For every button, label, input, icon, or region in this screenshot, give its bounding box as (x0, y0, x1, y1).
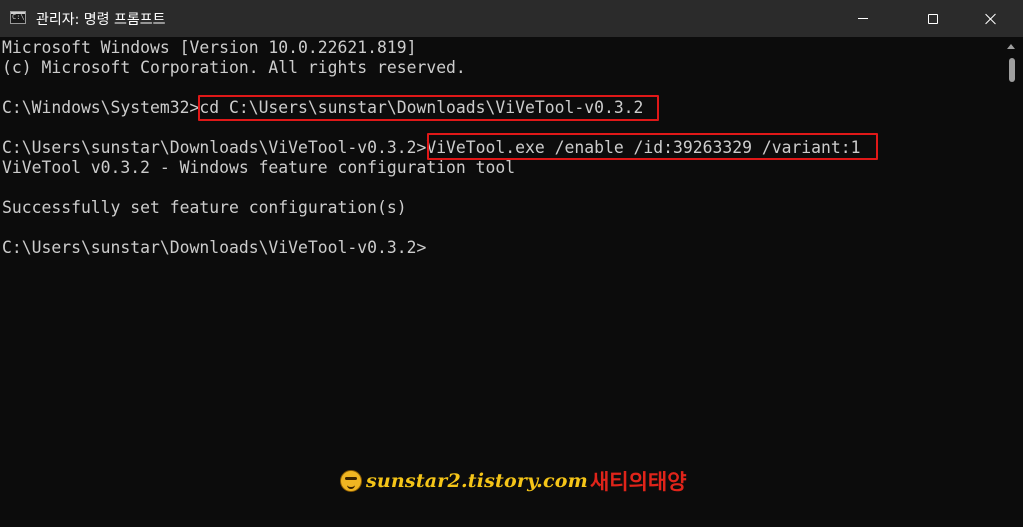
smiley-face-icon (340, 470, 362, 492)
scrollbar-thumb[interactable] (1009, 58, 1015, 82)
highlight-box-vivetool-command (427, 133, 878, 160)
cmd-icon[interactable]: C:\_ (10, 11, 26, 24)
minimize-button[interactable] (840, 0, 886, 37)
maximize-icon (928, 13, 938, 24)
watermark-site: sunstar2.tistory.com (366, 470, 588, 492)
console-line: (c) Microsoft Corporation. All rights re… (2, 58, 466, 77)
console-line: Microsoft Windows [Version 10.0.22621.81… (2, 38, 417, 57)
minimize-icon (858, 18, 868, 19)
console-line: Successfully set feature configuration(s… (2, 198, 407, 217)
console-line: ViVeTool v0.3.2 - Windows feature config… (2, 158, 516, 177)
command-prompt-window: C:\_ 관리자: 명령 프롬프트 Microsoft Windows [Ver… (0, 0, 1023, 527)
title-bar[interactable]: C:\_ 관리자: 명령 프롬프트 (0, 0, 1023, 37)
console-prompt-line[interactable]: C:\Users\sunstar\Downloads\ViVeTool-v0.3… (2, 238, 1000, 258)
watermark-korean: 새티의태양 (589, 470, 687, 494)
window-title: 관리자: 명령 프롬프트 (36, 12, 166, 28)
close-button[interactable] (968, 0, 1014, 37)
highlight-box-cd-command (198, 95, 659, 121)
vertical-scrollbar[interactable] (1003, 38, 1023, 527)
maximize-button[interactable] (910, 0, 956, 37)
scroll-up-arrow-icon[interactable] (1007, 44, 1015, 49)
close-icon (985, 13, 997, 25)
watermark: sunstar2.tistory.com 새티의태양 (340, 466, 687, 496)
